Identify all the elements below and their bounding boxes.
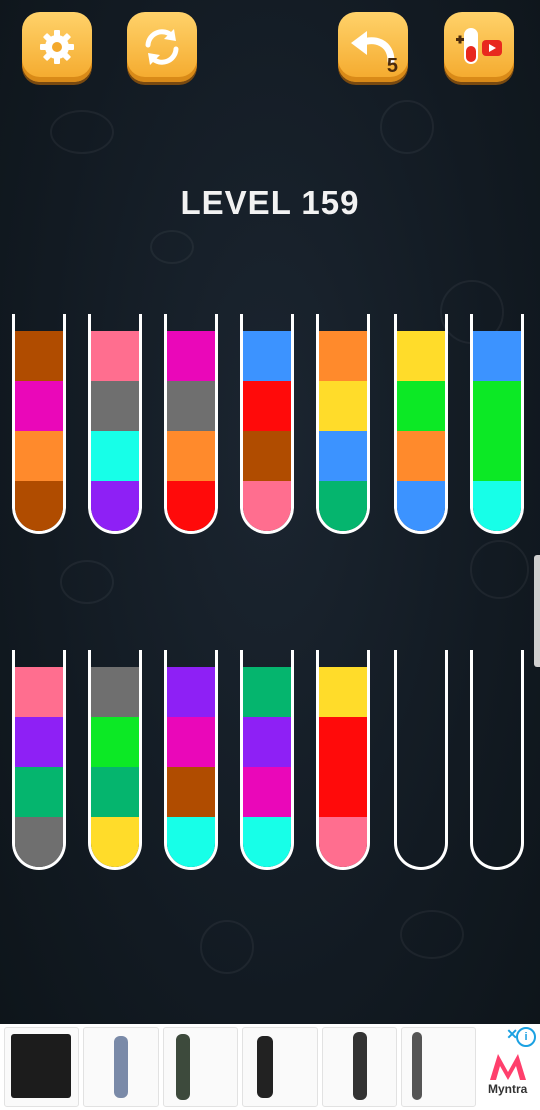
tube-1-6[interactable] <box>394 314 448 534</box>
liquid-layer-magenta <box>167 331 215 381</box>
myntra-logo-icon <box>490 1054 527 1080</box>
liquid-layer-yellow <box>319 667 367 717</box>
liquid-layer-pink <box>243 481 291 531</box>
ad-product-trimmer-3[interactable] <box>242 1027 318 1107</box>
liquid-layer-purple <box>91 481 139 531</box>
liquid-layer-orange <box>167 431 215 481</box>
liquid-layer-brown <box>243 431 291 481</box>
liquid-layer-teal <box>91 767 139 817</box>
liquid-layer-magenta <box>167 717 215 767</box>
tube-2-1[interactable] <box>12 650 66 870</box>
liquid-layer-blue <box>397 481 445 531</box>
liquid-layer-gray <box>91 667 139 717</box>
liquid-layer-orange <box>397 431 445 481</box>
liquid-layer-red <box>319 717 367 767</box>
ad-banner[interactable]: i ✕ <box>0 1024 540 1110</box>
tube-2-4[interactable] <box>240 650 294 870</box>
liquid-layer-green <box>91 717 139 767</box>
ad-product-trimmer-1[interactable] <box>83 1027 159 1107</box>
refresh-icon <box>145 29 179 65</box>
liquid-layer-yellow <box>397 331 445 381</box>
liquid-layer-brown <box>167 767 215 817</box>
gear-icon <box>40 30 74 64</box>
liquid-layer-yellow <box>91 817 139 867</box>
ad-product-trimmer-4[interactable] <box>321 1027 398 1107</box>
add-tube-button[interactable] <box>444 12 514 82</box>
liquid-layer-cyan <box>473 481 521 531</box>
tube-1-1[interactable] <box>12 314 66 534</box>
liquid-layer-blue <box>473 331 521 381</box>
tube-2-3[interactable] <box>164 650 218 870</box>
liquid-layer-red <box>319 767 367 817</box>
close-icon[interactable]: ✕ <box>506 1026 518 1043</box>
tube-1-4[interactable] <box>240 314 294 534</box>
liquid-layer-cyan <box>167 817 215 867</box>
settings-button[interactable] <box>22 12 92 82</box>
liquid-layer-cyan <box>91 431 139 481</box>
liquid-layer-gray <box>91 381 139 431</box>
liquid-layer-brown <box>15 331 63 381</box>
liquid-layer-magenta <box>243 767 291 817</box>
liquid-layer-cyan <box>243 817 291 867</box>
liquid-layer-purple <box>167 667 215 717</box>
info-icon[interactable]: i <box>516 1027 536 1047</box>
liquid-layer-green <box>397 381 445 431</box>
tube-2-6[interactable] <box>394 650 448 870</box>
liquid-layer-yellow <box>319 381 367 431</box>
liquid-layer-purple <box>243 717 291 767</box>
liquid-layer-red <box>243 381 291 431</box>
liquid-layer-teal <box>15 767 63 817</box>
tube-1-3[interactable] <box>164 314 218 534</box>
level-title: LEVEL 159 <box>180 184 360 221</box>
scroll-indicator <box>534 555 540 667</box>
test-tube-video-icon <box>456 28 502 64</box>
restart-button[interactable] <box>127 12 197 82</box>
tube-2-7[interactable] <box>470 650 524 870</box>
liquid-layer-teal <box>319 481 367 531</box>
tube-1-2[interactable] <box>88 314 142 534</box>
liquid-layer-pink <box>15 667 63 717</box>
liquid-layer-blue <box>319 431 367 481</box>
liquid-layer-purple <box>15 717 63 767</box>
undo-count: 5 <box>386 55 398 77</box>
liquid-layer-pink <box>91 331 139 381</box>
ad-brand-label: Myntra <box>488 1082 528 1096</box>
liquid-layer-pink <box>319 817 367 867</box>
tube-1-5[interactable] <box>316 314 370 534</box>
liquid-layer-brown <box>15 481 63 531</box>
liquid-layer-orange <box>319 331 367 381</box>
tube-2-5[interactable] <box>316 650 370 870</box>
ad-product-trimmer-box[interactable] <box>4 1027 80 1107</box>
liquid-layer-green <box>473 431 521 481</box>
liquid-layer-green <box>473 381 521 431</box>
tube-2-2[interactable] <box>88 650 142 870</box>
liquid-layer-gray <box>167 381 215 431</box>
liquid-layer-teal <box>243 667 291 717</box>
liquid-layer-blue <box>243 331 291 381</box>
tube-1-7[interactable] <box>470 314 524 534</box>
liquid-layer-red <box>167 481 215 531</box>
ad-product-trimmer-2[interactable] <box>162 1027 239 1107</box>
liquid-layer-orange <box>15 431 63 481</box>
undo-button[interactable]: 5 <box>338 12 408 82</box>
liquid-layer-magenta <box>15 381 63 431</box>
ad-product-trimmer-5[interactable] <box>401 1027 477 1107</box>
liquid-layer-gray <box>15 817 63 867</box>
